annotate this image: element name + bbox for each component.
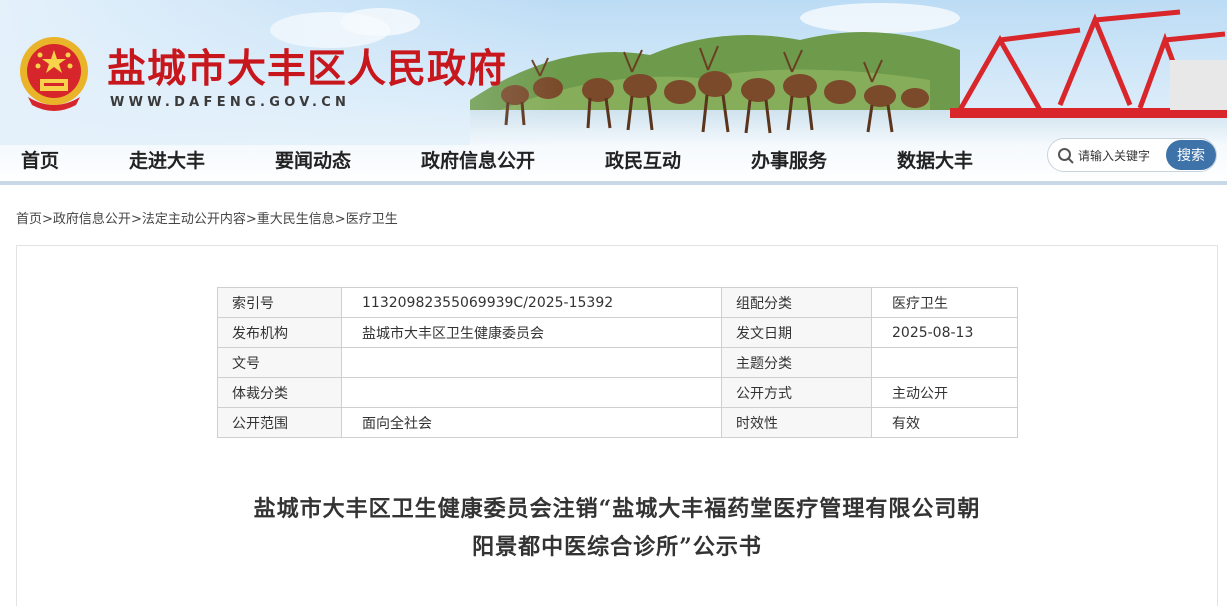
main-nav: 首页 走进大丰 要闻动态 政府信息公开 政民互动 办事服务 数据大丰 [0,138,1040,178]
nav-item-interaction[interactable]: 政民互动 [605,146,681,173]
search-button[interactable]: 搜索 [1166,140,1216,170]
breadcrumb-home[interactable]: 首页 [16,212,42,227]
meta-value: 面向全社会 [341,407,722,438]
meta-label: 索引号 [217,287,342,318]
meta-value: 医疗卫生 [871,287,1018,318]
breadcrumb-livelihood-info[interactable]: 重大民生信息 [257,212,335,227]
article-title: 盐城市大丰区卫生健康委员会注销“盐城大丰福药堂医疗管理有限公司朝 阳景都中医综合… [217,490,1017,566]
nav-item-about-dafeng[interactable]: 走进大丰 [129,146,205,173]
article-title-line-2: 阳景都中医综合诊所”公示书 [472,534,762,560]
search-icon [1058,148,1074,164]
meta-value: 盐城市大丰区卫生健康委员会 [341,317,722,348]
breadcrumb-separator: > [245,212,257,227]
nav-item-data[interactable]: 数据大丰 [897,146,973,173]
breadcrumb-separator: > [334,212,346,227]
table-row: 公开范围 面向全社会 时效性 有效 [217,407,1018,438]
meta-label: 发文日期 [721,317,872,348]
breadcrumb: 首页>政府信息公开>法定主动公开内容>重大民生信息>医疗卫生 [16,208,398,227]
meta-label: 发布机构 [217,317,342,348]
nav-item-services[interactable]: 办事服务 [751,146,827,173]
nav-item-news[interactable]: 要闻动态 [275,146,351,173]
article-title-line-1: 盐城市大丰区卫生健康委员会注销“盐城大丰福药堂医疗管理有限公司朝 [253,496,981,522]
breadcrumb-separator: > [130,212,142,227]
site-url: WWW.DAFENG.GOV.CN [110,95,351,110]
meta-value: 11320982355069939C/2025-15392 [341,287,722,318]
meta-value [871,347,1018,378]
breadcrumb-gov-info-public[interactable]: 政府信息公开 [53,212,131,227]
meta-label: 公开方式 [721,377,872,408]
meta-value: 有效 [871,407,1018,438]
table-row: 发布机构 盐城市大丰区卫生健康委员会 发文日期 2025-08-13 [217,317,1018,348]
site-header: 盐城市大丰区人民政府 WWW.DAFENG.GOV.CN 首页 走进大丰 要闻动… [0,0,1227,183]
meta-label: 组配分类 [721,287,872,318]
table-row: 体裁分类 公开方式 主动公开 [217,377,1018,408]
meta-label: 公开范围 [217,407,342,438]
meta-value [341,377,722,408]
meta-value: 2025-08-13 [871,317,1018,348]
meta-label: 时效性 [721,407,872,438]
breadcrumb-medical-health[interactable]: 医疗卫生 [346,212,398,227]
search-box: 搜索 [1047,138,1217,172]
site-title[interactable]: 盐城市大丰区人民政府 [107,38,507,94]
search-input[interactable] [1078,146,1168,166]
meta-label: 主题分类 [721,347,872,378]
nav-item-gov-info-public[interactable]: 政府信息公开 [421,146,535,173]
meta-label: 体裁分类 [217,377,342,408]
nav-item-home[interactable]: 首页 [21,146,59,173]
metadata-table: 索引号 11320982355069939C/2025-15392 组配分类 医… [217,287,1018,438]
meta-value [341,347,722,378]
breadcrumb-separator: > [42,212,53,227]
meta-label: 文号 [217,347,342,378]
article-panel: 索引号 11320982355069939C/2025-15392 组配分类 医… [16,245,1218,606]
table-row: 索引号 11320982355069939C/2025-15392 组配分类 医… [217,287,1018,318]
breadcrumb-statutory-content[interactable]: 法定主动公开内容 [142,212,246,227]
nav-divider [0,181,1227,185]
table-row: 文号 主题分类 [217,347,1018,378]
meta-value: 主动公开 [871,377,1018,408]
national-emblem-icon [20,37,88,111]
